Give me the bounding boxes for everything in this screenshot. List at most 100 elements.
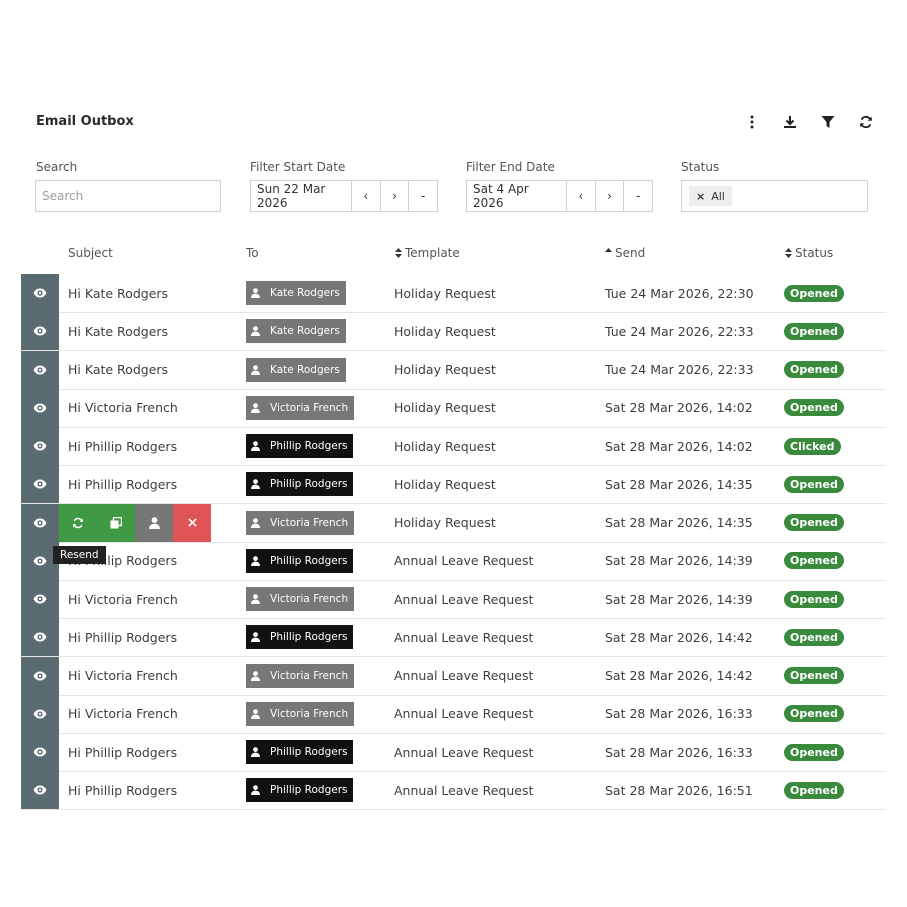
status-badge: Opened	[784, 552, 844, 570]
to-cell: Phillip Rodgers	[246, 733, 354, 771]
subject-cell: Hi Victoria French	[68, 400, 178, 416]
download-icon[interactable]	[780, 112, 800, 132]
recipient-tag[interactable]: Victoria French	[246, 701, 355, 726]
to-cell: Kate Rodgers	[246, 312, 346, 350]
column-header-status-label: Status	[795, 246, 834, 260]
search-input[interactable]	[35, 180, 221, 212]
person-icon	[251, 288, 265, 298]
view-email-button[interactable]	[21, 580, 59, 618]
person-icon	[251, 785, 265, 796]
send-cell: Sat 28 Mar 2026, 14:42	[605, 668, 753, 683]
row-action-bar	[59, 503, 211, 542]
column-header-send[interactable]: Send	[605, 246, 645, 260]
recipient-name: Victoria French	[270, 401, 349, 414]
recipient-tag[interactable]: Phillip Rodgers	[246, 778, 354, 803]
column-header-status[interactable]: Status	[785, 246, 833, 260]
recipient-tag[interactable]: Victoria French	[246, 395, 355, 420]
recipient-tag[interactable]: Phillip Rodgers	[246, 740, 354, 764]
page-title: Email Outbox	[36, 114, 134, 129]
status-select[interactable]: × All	[681, 180, 868, 212]
status-badge: Opened	[784, 705, 844, 723]
filter-start-date-value[interactable]: Sun 22 Mar 2026	[251, 181, 352, 211]
recipient-tag[interactable]: Victoria French	[246, 510, 355, 535]
table-row: Hi Kate Rodgers Kate Rodgers Holiday Reque…	[21, 312, 886, 352]
more-vertical-icon[interactable]	[744, 112, 760, 132]
view-email-button[interactable]	[21, 656, 59, 695]
template-cell: Annual Leave Request	[394, 553, 534, 569]
user-icon	[148, 516, 160, 529]
recipient-name: Kate Rodgers	[270, 363, 340, 376]
start-date-prev-button[interactable]: ‹	[352, 181, 381, 211]
status-cell: Opened	[784, 657, 844, 695]
send-cell: Sat 28 Mar 2026, 16:33	[605, 706, 753, 722]
status-cell: Opened	[784, 580, 844, 618]
send-cell: Sat 28 Mar 2026, 14:39	[605, 591, 753, 607]
recipient-tag[interactable]: Kate Rodgers	[246, 281, 346, 305]
view-email-button[interactable]	[21, 312, 59, 351]
column-header-subject[interactable]: Subject	[68, 246, 113, 260]
start-date-clear-button[interactable]: -	[409, 181, 437, 211]
delete-button[interactable]	[173, 503, 211, 542]
column-header-subject-label: Subject	[68, 246, 113, 260]
template-cell: Annual Leave Request	[394, 668, 534, 683]
status-cell: Opened	[784, 542, 844, 580]
recipient-tag[interactable]: Phillip Rodgers	[246, 548, 354, 573]
to-cell: Kate Rodgers	[246, 351, 346, 389]
view-email-button[interactable]	[21, 465, 59, 504]
end-date-prev-button[interactable]: ‹	[567, 181, 596, 211]
recipient-tag[interactable]: Victoria French	[246, 587, 355, 611]
resend-button[interactable]	[59, 503, 97, 542]
view-email-button[interactable]	[21, 618, 59, 657]
template-cell: Annual Leave Request	[394, 706, 534, 722]
template-cell: Holiday Request	[394, 400, 496, 416]
send-cell: Tue 24 Mar 2026, 22:33	[605, 323, 754, 339]
column-header-send-label: Send	[615, 246, 646, 260]
recipient-name: Phillip Rodgers	[270, 746, 348, 758]
person-icon	[251, 441, 265, 451]
view-email-button[interactable]	[21, 503, 59, 542]
view-recipient-button[interactable]	[135, 503, 173, 542]
view-email-button[interactable]	[21, 350, 59, 389]
end-date-next-button[interactable]: ›	[596, 181, 625, 211]
person-icon	[251, 708, 265, 719]
view-email-button[interactable]	[21, 274, 59, 312]
eye-icon	[33, 747, 47, 757]
to-cell: Victoria French	[246, 504, 355, 542]
recipient-name: Phillip Rodgers	[270, 631, 348, 644]
column-header-to[interactable]: To	[246, 246, 259, 260]
recipient-tag[interactable]: Phillip Rodgers	[246, 472, 354, 497]
refresh-icon[interactable]	[856, 112, 876, 132]
view-email-button[interactable]	[21, 733, 59, 771]
view-email-button[interactable]	[21, 771, 59, 810]
recipient-name: Victoria French	[270, 516, 349, 529]
start-date-next-button[interactable]: ›	[381, 181, 410, 211]
column-header-template[interactable]: Template	[395, 246, 460, 260]
subject-cell: Hi Phillip Rodgers	[68, 782, 178, 798]
recipient-tag[interactable]: Phillip Rodgers	[246, 625, 354, 650]
person-icon	[251, 402, 265, 413]
recipient-tag[interactable]: Kate Rodgers	[246, 357, 346, 382]
recipient-tag[interactable]: Victoria French	[246, 663, 355, 688]
view-email-button[interactable]	[21, 388, 59, 427]
to-cell: Phillip Rodgers	[246, 771, 354, 809]
recipient-name: Phillip Rodgers	[270, 554, 348, 567]
end-date-clear-button[interactable]: -	[624, 181, 652, 211]
person-icon	[251, 670, 265, 681]
subject-cell: Hi Kate Rodgers	[68, 285, 169, 301]
person-icon	[251, 594, 265, 604]
person-icon	[251, 517, 265, 528]
status-cell: Opened	[784, 389, 844, 427]
filter-end-date: Sat 4 Apr 2026 ‹ › -	[466, 180, 653, 212]
recipient-tag[interactable]: Kate Rodgers	[246, 319, 346, 344]
table-row: Hi Victoria French Victoria French Annual …	[21, 580, 886, 619]
view-email-button[interactable]	[21, 694, 59, 733]
subject-cell: Hi Phillip Rodgers	[68, 476, 178, 492]
chip-remove-icon[interactable]: ×	[696, 190, 705, 203]
filter-end-date-value[interactable]: Sat 4 Apr 2026	[467, 181, 567, 211]
view-email-button[interactable]	[21, 427, 59, 465]
status-badge: Opened	[784, 322, 844, 340]
to-cell: Victoria French	[246, 695, 355, 733]
filter-icon[interactable]	[818, 112, 838, 132]
recipient-tag[interactable]: Phillip Rodgers	[246, 434, 354, 458]
duplicate-button[interactable]	[97, 503, 135, 542]
